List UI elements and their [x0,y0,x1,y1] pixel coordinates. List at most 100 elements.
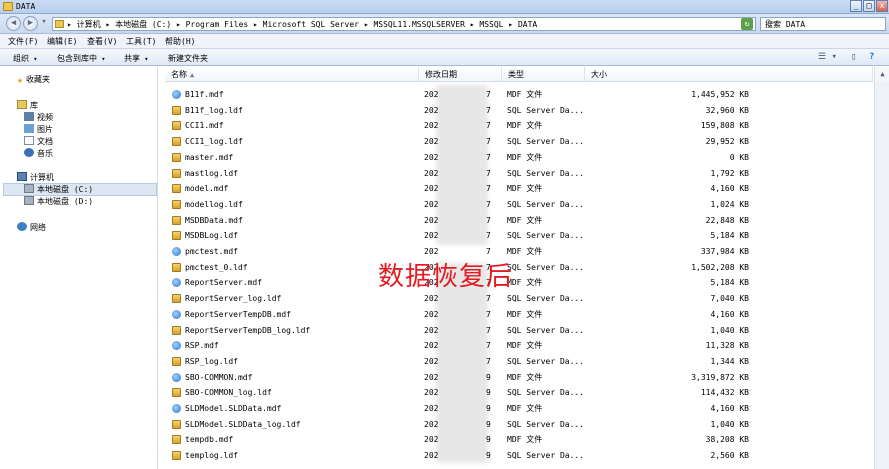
nav-library-pictures[interactable]: 图片 [24,124,53,135]
file-name[interactable]: RSP_log.ldf [185,354,238,369]
file-name[interactable]: master.mdf [185,150,233,165]
search-icon[interactable]: ⚲ [765,19,882,29]
file-name[interactable]: SBO-COMMON.mdf [185,370,252,385]
view-options-icon[interactable]: ☰ ▾ [818,52,837,62]
file-type: SQL Server Da... [507,199,585,209]
file-row[interactable]: RSP_log.ldf 202 7 SQL Server Da... 1,344 KB [159,354,873,369]
file-row[interactable]: MSDBLog.ldf 202 7 SQL Server Da... 5,184 KB [159,228,873,243]
file-name[interactable]: templog.ldf [185,448,238,463]
menu-edit[interactable]: 编辑(E) [47,36,77,47]
file-name[interactable]: tempdb.mdf [185,432,233,447]
ldf-icon [172,215,181,225]
file-row[interactable]: B11f.mdf 202 7 MDF 文件 1,445,952 KB [159,87,873,102]
menu-tools[interactable]: 工具(T) [126,36,156,47]
file-name[interactable]: SLDModel.SLDData_log.ldf [185,417,301,432]
file-name[interactable]: B11f.mdf [185,87,224,102]
nav-computer[interactable]: 计算机 [17,172,54,183]
file-row[interactable]: SLDModel.SLDData_log.ldf 202 9 SQL Server D… [159,417,873,432]
column-header-name[interactable]: 名称 ▲ [165,67,419,82]
file-row[interactable]: ReportServer_log.ldf 202 7 SQL Server Da...… [159,291,873,306]
new-folder-button[interactable]: 新建文件夹 [168,53,208,64]
help-icon[interactable]: ? [869,52,874,62]
file-date-suffix: 7 [486,152,491,162]
nav-favorites[interactable]: ★ 收藏夹 [17,74,50,86]
file-name[interactable]: B11f_log.ldf [185,103,243,118]
file-row[interactable]: RSP.mdf 202 7 MDF 文件 11,328 KB [159,338,873,353]
file-row[interactable]: ReportServerTempDB_log.ldf 202 7 SQL Server… [159,323,873,338]
refresh-button[interactable]: ↻ [741,18,753,30]
file-name[interactable]: MSDBLog.ldf [185,228,238,243]
file-name[interactable]: pmctest.mdf [185,244,238,259]
file-name[interactable]: mastlog.ldf [185,166,238,181]
maximize-button[interactable]: □ [863,0,875,12]
file-row[interactable]: SBO-COMMON_log.ldf 202 9 SQL Server Da... 11… [159,385,873,400]
ldf-icon [172,451,181,461]
file-row[interactable]: CCI1.mdf 202 7 MDF 文件 159,808 KB [159,118,873,133]
recent-pages-dropdown[interactable]: ▾ [39,16,49,31]
file-name[interactable]: ReportServer_log.ldf [185,291,281,306]
file-name[interactable]: CCI1.mdf [185,118,224,133]
nav-network[interactable]: 网络 [17,222,46,233]
preview-pane-icon[interactable]: ▯ [851,52,856,62]
breadcrumb[interactable]: ▸ 计算机 ▸ 本地磁盘 (C:) ▸ Program Files ▸ Micr… [67,19,537,30]
menu-help[interactable]: 帮助(H) [165,36,195,47]
file-type: MDF 文件 [507,435,543,445]
file-row[interactable]: master.mdf 202 7 MDF 文件 0 KB [159,150,873,165]
forward-button[interactable]: ▶ [23,16,38,31]
file-row[interactable]: ReportServerTempDB.mdf 202 7 MDF 文件 4,160 KB [159,307,873,322]
file-name[interactable]: ReportServer.mdf [185,275,262,290]
file-name[interactable]: RSP.mdf [185,338,219,353]
menu-view[interactable]: 查看(V) [87,36,117,47]
nav-library-music[interactable]: 音乐 [24,148,53,159]
menu-file[interactable]: 文件(F) [8,36,38,47]
search-input[interactable]: 搜索 DATA ⚲ [760,17,886,31]
file-name[interactable]: model.mdf [185,181,228,196]
file-row[interactable]: templog.ldf 202 9 SQL Server Da... 2,560 KB [159,448,873,463]
ldf-icon [172,419,181,429]
file-row[interactable]: SBO-COMMON.mdf 202 9 MDF 文件 3,319,872 KB [159,370,873,385]
nav-library-documents[interactable]: 文档 [24,136,53,147]
column-header-size[interactable]: 大小 [585,67,873,82]
nav-library[interactable]: 库 [17,100,38,111]
file-row[interactable]: pmctest_0.ldf 202 7 SQL Server Da... 1,502,2… [159,260,873,275]
file-row[interactable]: model.mdf 202 7 MDF 文件 4,160 KB [159,181,873,196]
file-row[interactable]: CCI1_log.ldf 202 7 SQL Server Da... 29,952 K… [159,134,873,149]
organize-button[interactable]: 组织 [13,53,37,64]
close-button[interactable]: x [876,0,888,12]
file-row[interactable]: mastlog.ldf 202 7 SQL Server Da... 1,792 KB [159,166,873,181]
file-row[interactable]: B11f_log.ldf 202 7 SQL Server Da... 32,960 K… [159,103,873,118]
nav-library-videos[interactable]: 视频 [24,112,53,123]
nav-drive-d[interactable]: 本地磁盘 (D:) [24,196,93,207]
file-row[interactable]: pmctest.mdf 202 7 MDF 文件 337,984 KB [159,244,873,259]
file-name[interactable]: MSDBData.mdf [185,213,243,228]
file-date-suffix: 7 [486,325,491,335]
file-date-prefix: 202 [424,404,439,413]
file-name[interactable]: ReportServerTempDB.mdf [185,307,291,322]
column-header-type[interactable]: 类型 [502,67,585,82]
file-date-suffix: 7 [486,309,491,319]
share-button[interactable]: 共享 [124,53,148,64]
file-row[interactable]: SLDModel.SLDData.mdf 202 9 MDF 文件 4,160 KB [159,401,873,416]
nav-drive-c[interactable]: 本地磁盘 (C:) [24,184,93,195]
address-bar[interactable]: ▸ 计算机 ▸ 本地磁盘 (C:) ▸ Program Files ▸ Micr… [52,17,756,31]
column-header-date[interactable]: 修改日期 [419,67,502,82]
ldf-icon [172,105,181,115]
file-name[interactable]: modellog.ldf [185,197,243,212]
file-name[interactable]: CCI1_log.ldf [185,134,243,149]
file-row[interactable]: MSDBData.mdf 202 7 MDF 文件 22,848 KB [159,213,873,228]
file-size: 3,319,872 KB [691,372,749,382]
scroll-up-arrow-icon[interactable]: ▲ [875,67,889,81]
file-name[interactable]: ReportServerTempDB_log.ldf [185,323,310,338]
include-in-library-button[interactable]: 包含到库中 [57,53,105,64]
vertical-scrollbar[interactable]: ▲ [874,67,889,469]
file-size: 4,160 KB [710,404,749,413]
file-name[interactable]: SLDModel.SLDData.mdf [185,401,281,416]
file-name[interactable]: SBO-COMMON_log.ldf [185,385,272,400]
minimize-button[interactable]: _ [850,0,862,12]
file-row[interactable]: modellog.ldf 202 7 SQL Server Da... 1,024 KB [159,197,873,212]
back-button[interactable]: ◀ [6,16,21,31]
file-name[interactable]: pmctest_0.ldf [185,260,248,275]
file-row[interactable]: tempdb.mdf 202 9 MDF 文件 38,208 KB [159,432,873,447]
file-date-suffix: 7 [486,184,491,194]
file-row[interactable]: ReportServer.mdf 202 7 MDF 文件 5,184 KB [159,275,873,290]
